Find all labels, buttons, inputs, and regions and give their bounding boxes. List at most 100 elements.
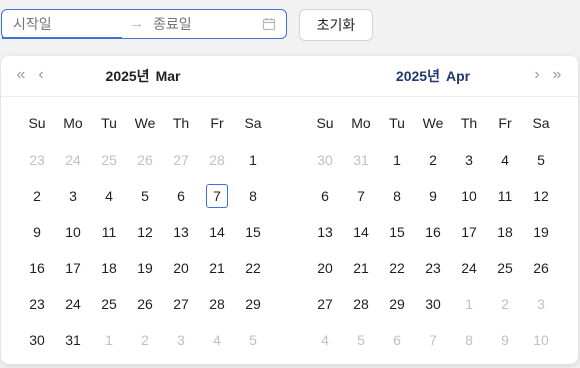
day-cell[interactable]: 12 <box>127 214 163 250</box>
day-cell[interactable]: 17 <box>55 250 91 286</box>
day-cell[interactable]: 26 <box>127 142 163 178</box>
day-cell[interactable]: 19 <box>127 250 163 286</box>
start-date-input[interactable] <box>13 10 118 38</box>
day-cell[interactable]: 17 <box>451 214 487 250</box>
day-cell[interactable]: 2 <box>19 178 55 214</box>
year-label[interactable]: 2025년 <box>396 68 440 84</box>
day-cell[interactable]: 4 <box>487 142 523 178</box>
day-cell[interactable]: 8 <box>451 322 487 358</box>
day-cell[interactable]: 15 <box>235 214 271 250</box>
day-cell[interactable]: 21 <box>199 250 235 286</box>
day-cell[interactable]: 6 <box>307 178 343 214</box>
day-cell[interactable]: 30 <box>415 286 451 322</box>
day-cell[interactable]: 11 <box>487 178 523 214</box>
day-cell[interactable]: 1 <box>91 322 127 358</box>
weekday-header: Tu <box>101 115 117 131</box>
day-cell[interactable]: 25 <box>487 250 523 286</box>
day-cell[interactable]: 15 <box>379 214 415 250</box>
month-label[interactable]: Mar <box>156 68 181 84</box>
day-cell[interactable]: 24 <box>55 142 91 178</box>
day-cell[interactable]: 5 <box>127 178 163 214</box>
reset-button[interactable]: 초기화 <box>299 9 373 41</box>
day-cell[interactable]: 3 <box>163 322 199 358</box>
day-cell[interactable]: 28 <box>199 286 235 322</box>
month-label[interactable]: Apr <box>446 68 470 84</box>
day-cell[interactable]: 5 <box>343 322 379 358</box>
day-cell[interactable]: 16 <box>19 250 55 286</box>
calendar-dropdown: « ‹ 2025년 Mar Su Mo Tu We Th Fr Sa 23 24 25 26 27 28 1… <box>1 56 578 364</box>
super-next-year-icon[interactable]: » <box>549 56 565 96</box>
day-cell[interactable]: 9 <box>415 178 451 214</box>
day-cell[interactable]: 10 <box>55 214 91 250</box>
day-cell[interactable]: 22 <box>235 250 271 286</box>
day-cell[interactable]: 23 <box>19 142 55 178</box>
day-cell[interactable]: 2 <box>415 142 451 178</box>
day-cell[interactable]: 20 <box>163 250 199 286</box>
day-cell[interactable]: 4 <box>91 178 127 214</box>
day-cell[interactable]: 27 <box>307 286 343 322</box>
day-cell[interactable]: 20 <box>307 250 343 286</box>
day-cell[interactable]: 8 <box>379 178 415 214</box>
calendar-panel-april: 2025년 Apr › » Su Mo Tu We Th Fr Sa 30 31 1 2 3 4 5 6 7 8 9… <box>289 56 577 364</box>
day-cell[interactable]: 5 <box>235 322 271 358</box>
day-cell[interactable]: 18 <box>91 250 127 286</box>
day-cell[interactable]: 31 <box>55 322 91 358</box>
day-cell[interactable]: 23 <box>415 250 451 286</box>
day-cell[interactable]: 7 <box>343 178 379 214</box>
day-cell[interactable]: 2 <box>487 286 523 322</box>
day-cell[interactable]: 7 <box>415 322 451 358</box>
day-cell[interactable]: 31 <box>343 142 379 178</box>
day-cell[interactable]: 12 <box>523 178 559 214</box>
day-cell[interactable]: 9 <box>487 322 523 358</box>
day-cell[interactable]: 5 <box>523 142 559 178</box>
day-cell[interactable]: 25 <box>91 286 127 322</box>
active-input-indicator <box>2 37 122 39</box>
day-cell[interactable]: 29 <box>379 286 415 322</box>
day-cell[interactable]: 27 <box>163 142 199 178</box>
day-cell[interactable]: 14 <box>199 214 235 250</box>
day-cell[interactable]: 24 <box>55 286 91 322</box>
day-cell[interactable]: 27 <box>163 286 199 322</box>
day-cell-today[interactable]: 7 <box>199 178 235 214</box>
year-label[interactable]: 2025년 <box>106 68 150 84</box>
day-cell[interactable]: 26 <box>127 286 163 322</box>
day-cell[interactable]: 4 <box>199 322 235 358</box>
day-cell[interactable]: 1 <box>235 142 271 178</box>
day-cell[interactable]: 29 <box>235 286 271 322</box>
day-cell[interactable]: 13 <box>163 214 199 250</box>
day-cell[interactable]: 3 <box>55 178 91 214</box>
day-cell[interactable]: 10 <box>451 178 487 214</box>
day-cell[interactable]: 28 <box>199 142 235 178</box>
next-month-icon[interactable]: › <box>529 56 545 96</box>
day-cell[interactable]: 22 <box>379 250 415 286</box>
day-cell[interactable]: 8 <box>235 178 271 214</box>
day-cell[interactable]: 16 <box>415 214 451 250</box>
day-cell[interactable]: 14 <box>343 214 379 250</box>
day-cell[interactable]: 1 <box>379 142 415 178</box>
day-cell[interactable]: 23 <box>19 286 55 322</box>
day-cell[interactable]: 13 <box>307 214 343 250</box>
day-cell[interactable]: 3 <box>451 142 487 178</box>
day-cell[interactable]: 24 <box>451 250 487 286</box>
date-range-picker[interactable]: → <box>1 9 287 39</box>
day-cell[interactable]: 26 <box>523 250 559 286</box>
day-cell[interactable]: 1 <box>451 286 487 322</box>
day-cell[interactable]: 25 <box>91 142 127 178</box>
end-date-input[interactable] <box>153 10 253 38</box>
day-cell[interactable]: 30 <box>307 142 343 178</box>
day-cell[interactable]: 28 <box>343 286 379 322</box>
day-cell[interactable]: 6 <box>379 322 415 358</box>
day-cell[interactable]: 21 <box>343 250 379 286</box>
day-cell[interactable]: 30 <box>19 322 55 358</box>
day-cell[interactable]: 9 <box>19 214 55 250</box>
day-cell[interactable]: 10 <box>523 322 559 358</box>
day-cell[interactable]: 3 <box>523 286 559 322</box>
day-cell[interactable]: 11 <box>91 214 127 250</box>
calendar-icon[interactable] <box>262 17 276 31</box>
day-cell[interactable]: 4 <box>307 322 343 358</box>
day-cell[interactable]: 18 <box>487 214 523 250</box>
weekday-header: Fr <box>210 115 224 131</box>
day-cell[interactable]: 6 <box>163 178 199 214</box>
day-cell[interactable]: 19 <box>523 214 559 250</box>
day-cell[interactable]: 2 <box>127 322 163 358</box>
